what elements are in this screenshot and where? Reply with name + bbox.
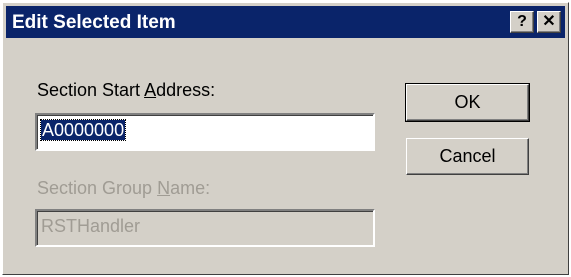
cancel-button[interactable]: Cancel bbox=[406, 138, 529, 175]
field-value: RSTHandler bbox=[41, 216, 141, 236]
label-accelerator: N bbox=[157, 178, 171, 198]
help-button[interactable]: ? bbox=[510, 11, 534, 33]
label-text: ddress: bbox=[156, 80, 216, 100]
ok-button[interactable]: OK bbox=[405, 83, 530, 122]
section-group-name-label: Section Group Name: bbox=[37, 178, 210, 199]
edit-selected-item-dialog: Edit Selected Item ? ✕ Section Start Add… bbox=[2, 2, 569, 275]
button-label: Cancel bbox=[439, 146, 496, 166]
title-bar[interactable]: Edit Selected Item ? ✕ bbox=[6, 6, 565, 38]
selected-text: A0000000 bbox=[39, 119, 127, 141]
label-text: Section Start bbox=[37, 80, 145, 100]
section-start-address-input[interactable]: A0000000 bbox=[35, 113, 375, 151]
window-title: Edit Selected Item bbox=[12, 12, 176, 33]
label-text: Section Group bbox=[37, 178, 158, 198]
close-icon: ✕ bbox=[542, 13, 556, 30]
section-group-name-input: RSTHandler bbox=[35, 209, 375, 247]
help-icon: ? bbox=[517, 13, 527, 30]
close-button[interactable]: ✕ bbox=[537, 11, 561, 33]
section-start-address-label: Section Start Address: bbox=[37, 80, 215, 101]
label-accelerator: A bbox=[144, 80, 157, 100]
button-label: OK bbox=[454, 92, 481, 112]
label-text: ame: bbox=[170, 178, 211, 198]
